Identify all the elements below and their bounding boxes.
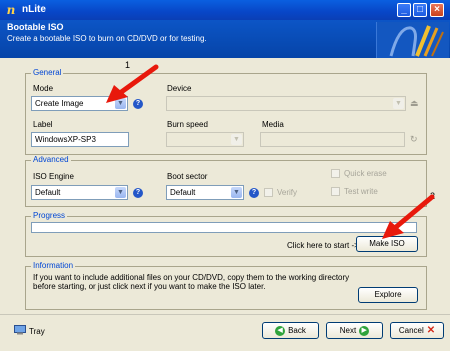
- page-subtitle: Create a bootable ISO to burn on CD/DVD …: [7, 34, 207, 43]
- chevron-down-icon: ▼: [231, 134, 242, 145]
- maximize-button[interactable]: □: [413, 3, 427, 17]
- tray-label[interactable]: Tray: [29, 327, 45, 336]
- window-title: nLite: [22, 4, 46, 15]
- media-field: [260, 132, 405, 147]
- boot-sector-select[interactable]: Default ▼: [166, 185, 244, 200]
- refresh-icon: ↻: [410, 134, 418, 144]
- help-icon[interactable]: ?: [133, 188, 143, 198]
- cancel-x-icon: ✕: [426, 325, 436, 336]
- title-bar[interactable]: [0, 0, 450, 20]
- annotation-arrow-2: [378, 193, 438, 245]
- cancel-button[interactable]: Cancel ✕: [390, 322, 444, 339]
- iso-engine-select[interactable]: Default ▼: [31, 185, 128, 200]
- progress-bar: [31, 222, 417, 233]
- burn-speed-label: Burn speed: [167, 120, 208, 129]
- back-button[interactable]: ◀ Back: [262, 322, 319, 339]
- verify-checkbox[interactable]: [264, 188, 273, 197]
- chevron-down-icon: ▼: [231, 187, 242, 198]
- device-select[interactable]: ▼: [166, 96, 406, 111]
- close-button[interactable]: ×: [430, 3, 444, 17]
- progress-group-label: Progress: [31, 211, 68, 220]
- nlite-logo: [376, 22, 449, 58]
- iso-label-input[interactable]: WindowsXP-SP3: [31, 132, 129, 147]
- boot-sector-label: Boot sector: [167, 172, 208, 181]
- information-text-line2: before starting, or just click next if y…: [33, 282, 266, 291]
- arrow-right-icon: ▶: [359, 325, 370, 336]
- eject-icon: ⏏: [410, 98, 419, 108]
- label-label: Label: [33, 120, 53, 129]
- boot-sector-value: Default: [170, 188, 196, 197]
- nlite-app-icon: n: [6, 3, 16, 17]
- chevron-down-icon: ▼: [115, 187, 126, 198]
- cancel-label: Cancel: [398, 326, 424, 335]
- information-group-label: Information: [31, 261, 76, 270]
- information-text-line1: If you want to include additional files …: [33, 273, 350, 282]
- chevron-down-icon: ▼: [393, 98, 404, 109]
- mode-label: Mode: [33, 84, 54, 93]
- tray-icon[interactable]: [14, 325, 26, 335]
- iso-engine-value: Default: [35, 188, 61, 197]
- annotation-arrow-1: [104, 63, 164, 107]
- explore-button[interactable]: Explore: [358, 287, 418, 303]
- next-label: Next: [339, 326, 357, 335]
- test-write-checkbox[interactable]: [331, 187, 340, 196]
- iso-engine-label: ISO Engine: [33, 172, 74, 181]
- mode-select-value: Create Image: [35, 99, 84, 108]
- general-group-label: General: [31, 68, 64, 77]
- media-label: Media: [262, 120, 284, 129]
- page-title: Bootable ISO: [7, 22, 64, 32]
- advanced-group-label: Advanced: [31, 155, 71, 164]
- device-label: Device: [167, 84, 192, 93]
- back-label: Back: [288, 326, 306, 335]
- verify-label: Verify: [277, 188, 298, 197]
- quick-erase-label: Quick erase: [344, 169, 387, 178]
- help-icon[interactable]: ?: [249, 188, 259, 198]
- arrow-left-icon: ◀: [275, 325, 286, 336]
- test-write-label: Test write: [344, 187, 378, 196]
- quick-erase-checkbox[interactable]: [331, 169, 340, 178]
- minimize-button[interactable]: _: [397, 3, 411, 17]
- next-button[interactable]: Next ▶: [326, 322, 383, 339]
- click-to-start-text: Click here to start ->: [287, 241, 359, 250]
- burn-speed-select[interactable]: ▼: [166, 132, 244, 147]
